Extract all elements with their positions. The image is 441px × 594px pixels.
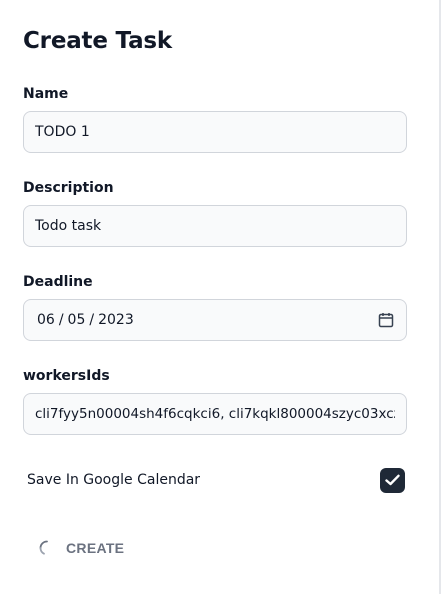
deadline-separator: /: [89, 312, 95, 328]
page-title: Create Task: [23, 28, 172, 54]
calendar-icon[interactable]: [377, 311, 395, 329]
deadline-date-value: 06 / 05 / 2023: [37, 312, 377, 328]
deadline-input[interactable]: 06 / 05 / 2023: [23, 299, 407, 341]
deadline-day[interactable]: 05: [68, 312, 86, 328]
create-button[interactable]: CREATE: [30, 530, 132, 566]
description-input[interactable]: Todo task: [23, 205, 407, 247]
workers-input-value: cli7fyy5n00004sh4f6cqkci6, cli7kqkl80000…: [35, 406, 395, 422]
check-icon: [385, 474, 400, 486]
deadline-separator: /: [58, 312, 64, 328]
google-calendar-label: Save In Google Calendar: [27, 472, 201, 488]
deadline-month[interactable]: 06: [37, 312, 55, 328]
deadline-label: Deadline: [23, 274, 93, 290]
name-input[interactable]: TODO 1: [23, 111, 407, 153]
google-calendar-checkbox[interactable]: [380, 467, 405, 493]
loading-spinner-icon: [39, 540, 48, 555]
create-task-page: Create Task Name TODO 1 Description Todo…: [0, 0, 441, 594]
workers-input[interactable]: cli7fyy5n00004sh4f6cqkci6, cli7kqkl80000…: [23, 393, 407, 435]
google-calendar-row: Save In Google Calendar: [27, 466, 405, 494]
create-button-label: CREATE: [66, 540, 125, 556]
description-label: Description: [23, 180, 114, 196]
deadline-year[interactable]: 2023: [98, 312, 134, 328]
workers-label: workersIds: [23, 368, 110, 384]
name-label: Name: [23, 86, 69, 102]
description-input-value: Todo task: [35, 218, 102, 234]
name-input-value: TODO 1: [35, 124, 90, 140]
